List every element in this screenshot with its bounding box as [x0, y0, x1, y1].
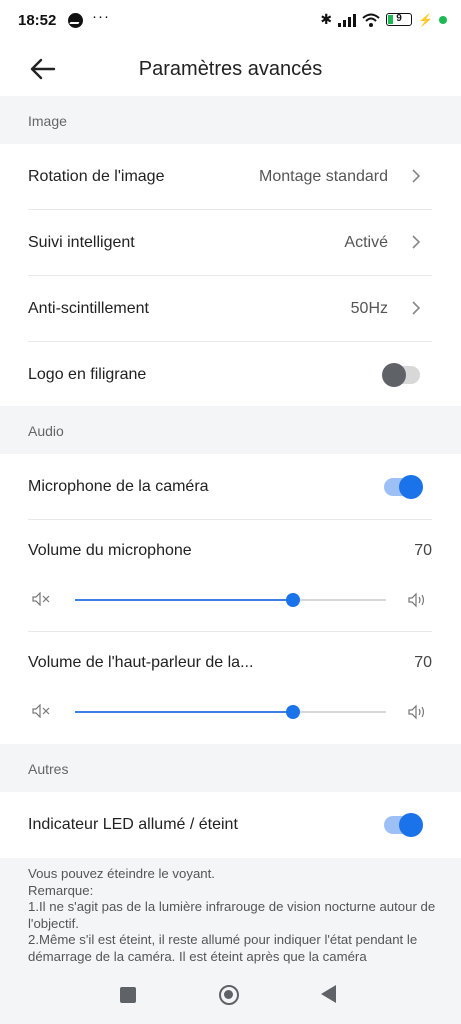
signal-icon	[338, 13, 357, 27]
led-toggle[interactable]	[384, 813, 423, 837]
mic-volume-value: 70	[414, 542, 432, 559]
mic-toggle[interactable]	[384, 475, 423, 499]
page-title: Paramètres avancés	[138, 58, 323, 80]
mic-label: Microphone de la caméra	[28, 478, 209, 495]
chevron-right-icon	[412, 169, 421, 183]
battery-level: 9	[396, 13, 402, 24]
section-label-image: Image	[28, 113, 67, 129]
note-line: Remarque:	[28, 882, 94, 898]
others-settings-card: Indicateur LED allumé / éteint	[0, 792, 461, 858]
speaker-volume-block: Volume de l'haut-parleur de la... 70	[28, 632, 432, 744]
volume-mute-icon	[32, 704, 50, 718]
watermark-toggle[interactable]	[382, 363, 420, 387]
volume-loud-icon	[408, 704, 425, 720]
speaker-volume-label: Volume de l'haut-parleur de la...	[28, 654, 254, 671]
watermark-label: Logo en filigrane	[28, 366, 147, 383]
mic-volume-label: Volume du microphone	[28, 542, 192, 559]
image-settings-card: Rotation de l'image Montage standard Sui…	[0, 144, 461, 406]
note-line: 1.Il ne s'agit pas de la lumière infraro…	[28, 899, 436, 931]
tracking-value: Activé	[344, 234, 388, 251]
mic-volume-slider[interactable]	[75, 593, 386, 607]
mic-volume-block: Volume du microphone 70	[28, 520, 432, 632]
status-bar: 18:52 ··· ✱ 9 ⚡	[0, 0, 461, 44]
chevron-right-icon	[412, 235, 421, 249]
flicker-row[interactable]: Anti-scintillement 50Hz	[28, 276, 432, 342]
tracking-label: Suivi intelligent	[28, 234, 135, 251]
rotation-label: Rotation de l'image	[28, 168, 165, 185]
chevron-right-icon	[412, 301, 421, 315]
flicker-value: 50Hz	[350, 300, 388, 317]
tracking-row[interactable]: Suivi intelligent Activé	[28, 210, 432, 276]
note-line: 2.Même s'il est éteint, il reste allumé …	[28, 932, 418, 964]
recents-button[interactable]	[120, 987, 136, 1003]
more-notifications-icon: ···	[92, 8, 110, 25]
active-indicator-dot	[439, 15, 447, 24]
volume-loud-icon	[408, 592, 425, 608]
home-button[interactable]	[219, 985, 239, 1005]
watermark-row: Logo en filigrane	[28, 342, 432, 408]
speaker-volume-slider-thumb[interactable]	[285, 705, 300, 719]
status-time: 18:52	[18, 12, 57, 29]
app-header: Paramètres avancés	[0, 44, 461, 96]
section-label-others: Autres	[28, 761, 69, 777]
messenger-icon	[68, 13, 83, 28]
battery-icon: 9	[386, 13, 413, 26]
wifi-icon	[362, 13, 380, 27]
note-line: Vous pouvez éteindre le voyant.	[28, 866, 215, 881]
audio-settings-card: Microphone de la caméra Volume du microp…	[0, 454, 461, 744]
speaker-volume-slider[interactable]	[75, 705, 386, 719]
status-icons: ✱ 9 ⚡	[320, 11, 447, 28]
bluetooth-icon: ✱	[320, 11, 333, 27]
rotation-value: Montage standard	[259, 168, 388, 185]
led-label: Indicateur LED allumé / éteint	[28, 816, 238, 833]
flicker-label: Anti-scintillement	[28, 300, 149, 317]
volume-mute-icon	[32, 592, 50, 606]
charging-icon: ⚡	[418, 12, 433, 27]
system-back-button[interactable]	[321, 985, 336, 1003]
mic-volume-slider-thumb[interactable]	[285, 593, 300, 607]
rotation-row[interactable]: Rotation de l'image Montage standard	[28, 144, 432, 210]
mic-row: Microphone de la caméra	[28, 454, 432, 520]
system-nav-bar	[0, 968, 461, 1024]
led-note: Vous pouvez éteindre le voyant. Remarque…	[28, 866, 438, 965]
speaker-volume-value: 70	[414, 654, 432, 671]
section-label-audio: Audio	[28, 423, 64, 439]
led-row: Indicateur LED allumé / éteint	[28, 792, 432, 858]
